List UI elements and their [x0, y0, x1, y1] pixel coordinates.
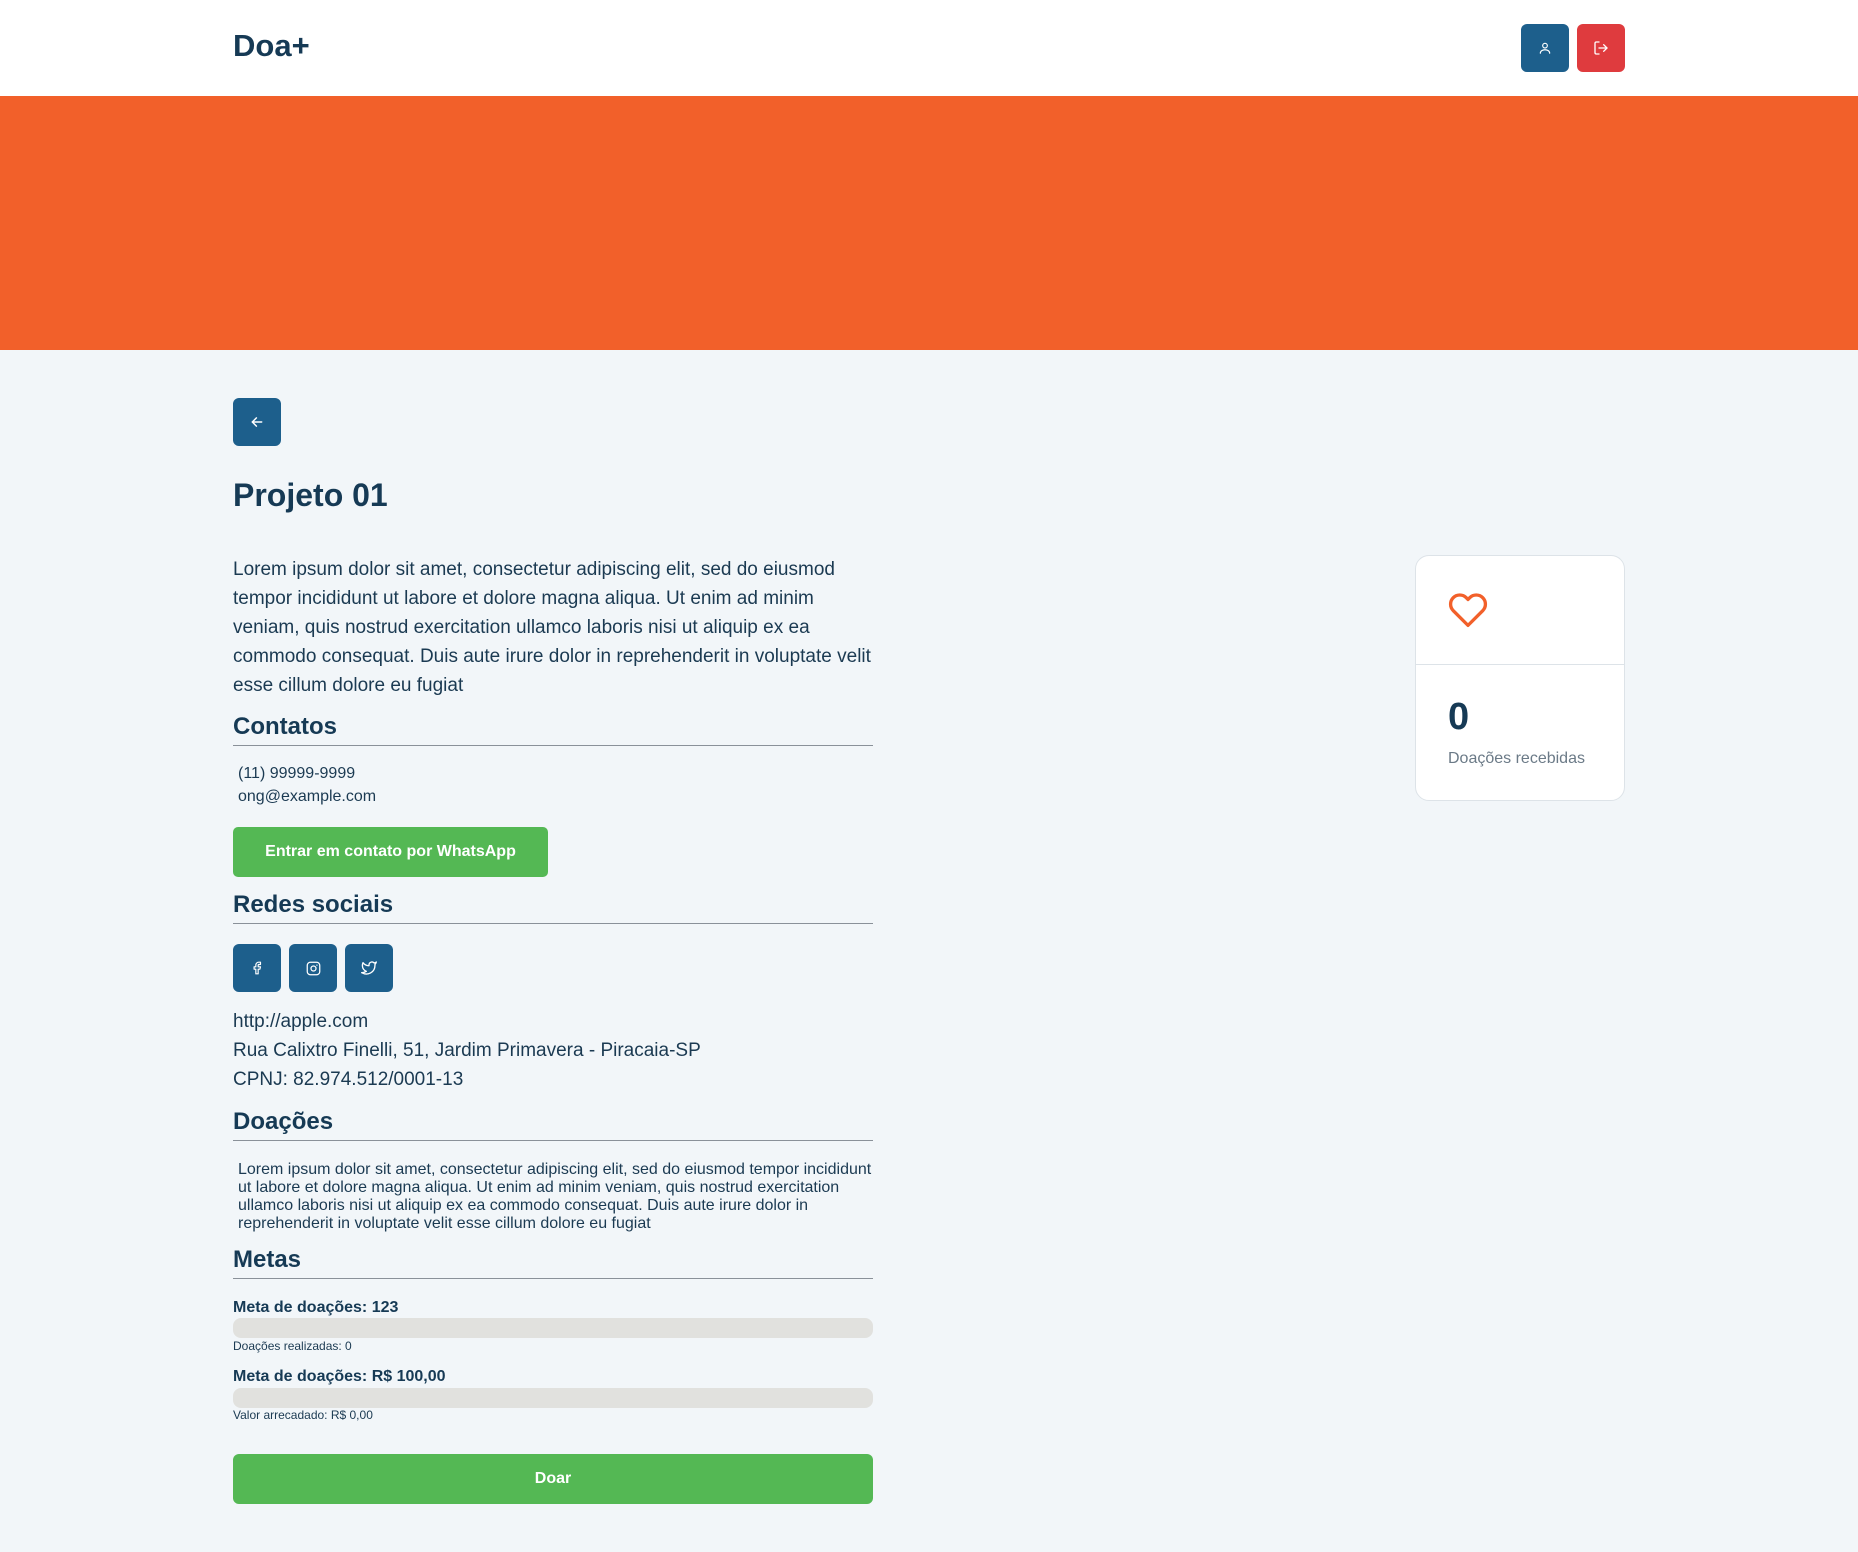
page-title: Projeto 01 [233, 477, 388, 513]
heart-icon[interactable] [1448, 590, 1488, 630]
instagram-icon [306, 961, 320, 975]
donations-stats-card: 0 Doações recebidas [1415, 555, 1625, 801]
contact-email: ong@example.com [238, 788, 377, 805]
twitter-button[interactable] [345, 944, 393, 992]
twitter-icon [361, 961, 377, 975]
social-heading: Redes sociais [233, 891, 873, 924]
back-button[interactable] [233, 398, 281, 446]
goals-heading: Metas [233, 1246, 873, 1279]
card-divider [1416, 664, 1624, 665]
facebook-icon [253, 961, 262, 975]
donations-heading: Doações [233, 1108, 873, 1141]
facebook-button[interactable] [233, 944, 281, 992]
logout-button[interactable] [1577, 24, 1625, 72]
top-navbar: Doa+ [0, 0, 1858, 96]
project-description: Lorem ipsum dolor sit amet, consectetur … [233, 559, 871, 696]
donations-count-label: Doações recebidas [1448, 750, 1585, 767]
logout-icon [1594, 41, 1608, 55]
goal-value-progress [233, 1388, 873, 1408]
cnpj-text: CPNJ: 82.974.512/0001-13 [233, 1069, 464, 1090]
brand-logo[interactable]: Doa+ [233, 28, 310, 64]
goal-count-label: Meta de doações: 123 [233, 1299, 399, 1316]
arrow-left-icon [251, 417, 263, 427]
donations-count: 0 [1448, 696, 1470, 738]
profile-button[interactable] [1521, 24, 1569, 72]
goal-count-progress [233, 1318, 873, 1338]
whatsapp-contact-button[interactable]: Entrar em contato por WhatsApp [233, 827, 548, 877]
goal-value-sub: Valor arrecadado: R$ 0,00 [233, 1408, 373, 1422]
website-link[interactable]: http://apple.com [233, 1011, 368, 1033]
donate-button[interactable]: Doar [233, 1454, 873, 1504]
user-icon [1539, 42, 1551, 54]
goal-value-label: Meta de doações: R$ 100,00 [233, 1368, 446, 1385]
contact-phone: (11) 99999-9999 [238, 765, 356, 782]
address-text: Rua Calixtro Finelli, 51, Jardim Primave… [233, 1040, 701, 1061]
contacts-heading: Contatos [233, 713, 873, 746]
donations-description: Lorem ipsum dolor sit amet, consectetur … [238, 1161, 872, 1232]
instagram-button[interactable] [289, 944, 337, 992]
project-banner [0, 96, 1858, 350]
goal-count-sub: Doações realizadas: 0 [233, 1339, 352, 1353]
